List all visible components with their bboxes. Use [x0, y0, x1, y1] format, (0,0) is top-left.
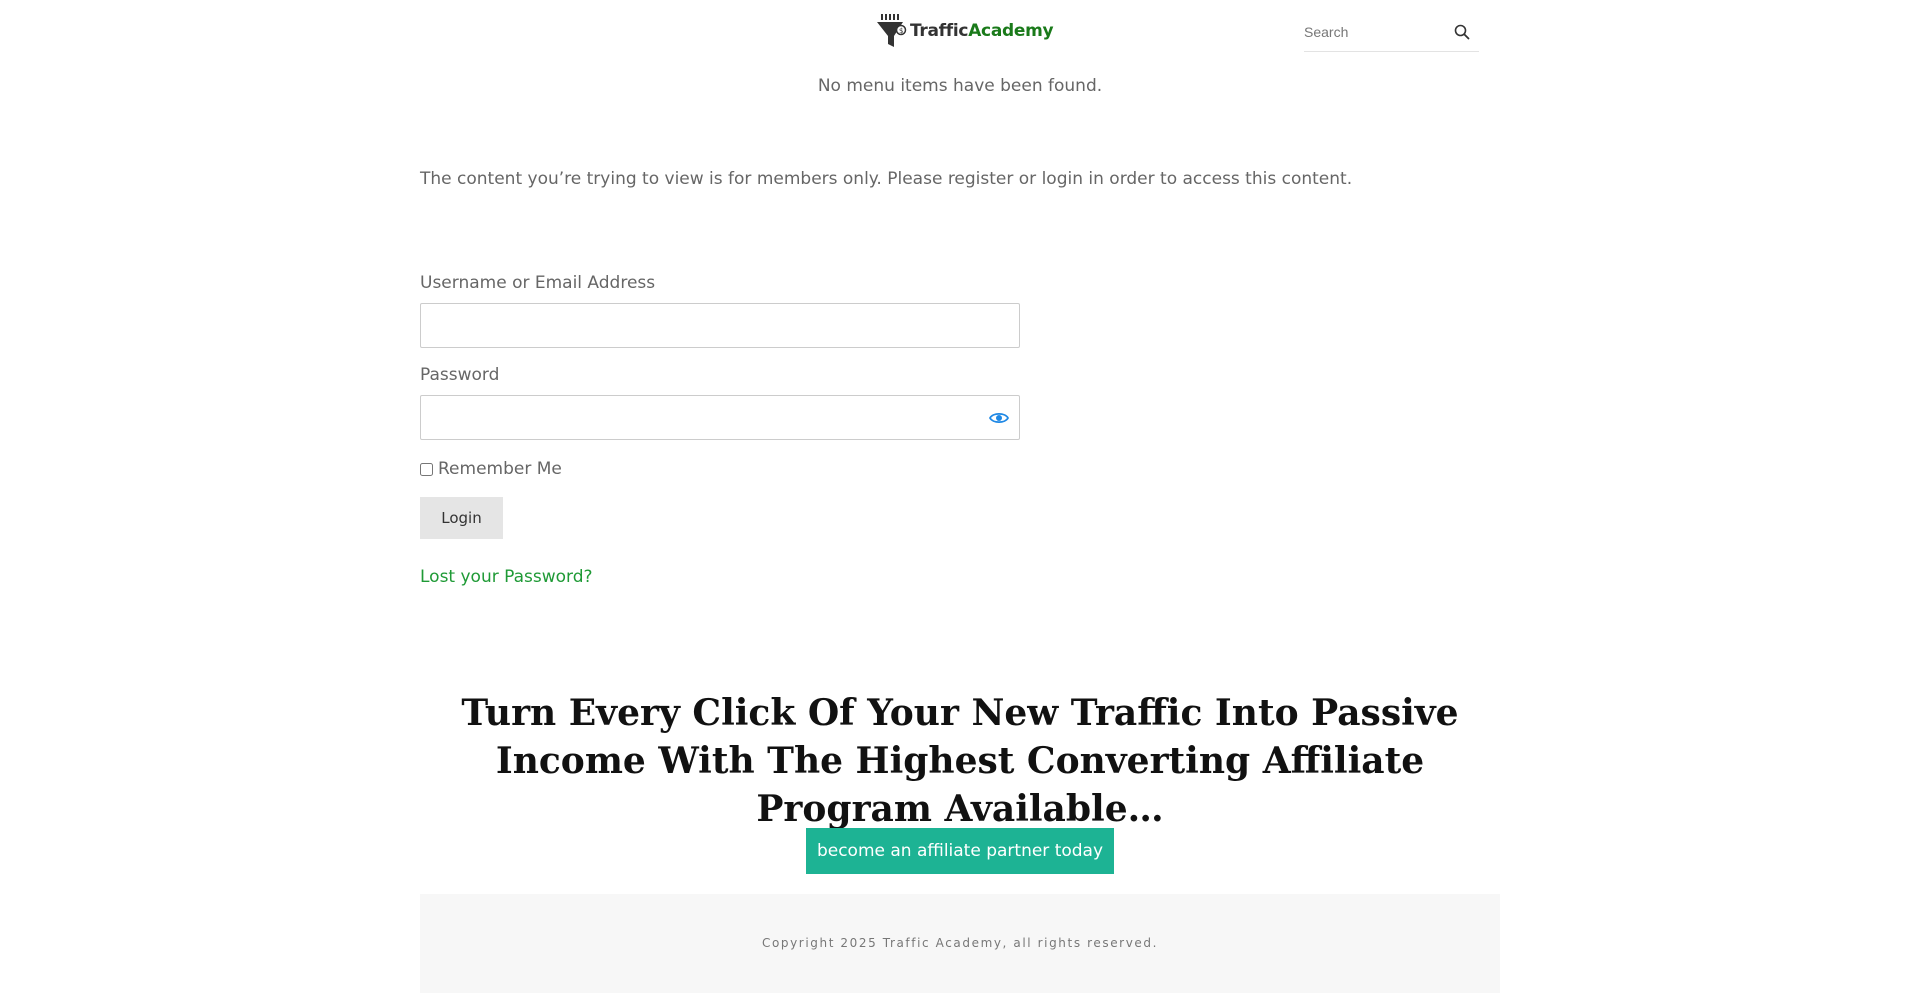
members-only-notice: The content you’re trying to view is for… [420, 169, 1353, 189]
lost-password-link[interactable]: Lost your Password? [420, 567, 593, 587]
password-input[interactable] [421, 396, 1019, 439]
site-footer: Copyright 2025 Traffic Academy, all righ… [420, 894, 1500, 993]
affiliate-cta-button[interactable]: become an affiliate partner today [806, 828, 1114, 874]
site-header: $ TrafficAcademy [0, 0, 1920, 60]
show-password-toggle[interactable] [988, 409, 1010, 427]
search-input[interactable] [1304, 18, 1444, 46]
funnel-logo-icon: $ [877, 14, 907, 47]
username-input[interactable] [421, 304, 1019, 347]
eye-icon [988, 412, 1010, 424]
search-icon [1454, 24, 1470, 40]
remember-me-checkbox[interactable] [420, 462, 433, 476]
search-form [1304, 18, 1479, 52]
username-label: Username or Email Address [420, 273, 656, 293]
copyright-text: Copyright 2025 Traffic Academy, all righ… [761, 936, 1159, 950]
remember-me-row: Remember Me [420, 459, 562, 479]
search-button[interactable] [1451, 21, 1473, 43]
menu-empty-notice: No menu items have been found. [817, 76, 1103, 96]
site-logo[interactable]: $ TrafficAcademy [877, 14, 1054, 48]
password-field-wrapper [420, 395, 1020, 440]
logo-text-primary: Traffic [910, 20, 969, 41]
affiliate-headline: Turn Every Click Of Your New Traffic Int… [461, 692, 1459, 830]
username-field-wrapper [420, 303, 1020, 348]
remember-me-label: Remember Me [438, 459, 562, 479]
logo-wordmark: TrafficAcademy [910, 20, 1054, 41]
svg-text:$: $ [899, 27, 903, 35]
login-button[interactable]: Login [420, 497, 503, 539]
logo-text-accent: Academy [968, 20, 1054, 41]
password-label: Password [420, 365, 500, 385]
